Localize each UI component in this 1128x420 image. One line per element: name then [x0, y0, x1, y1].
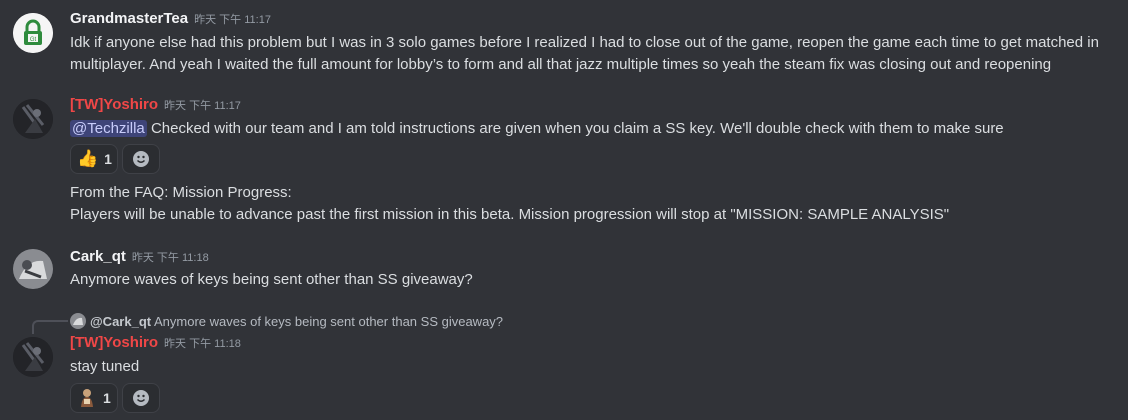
message-text: Anymore waves of keys being sent other t… — [70, 271, 473, 288]
username[interactable]: [TW]Yoshiro — [70, 96, 158, 113]
message-content: @Techzilla Checked with our team and I a… — [70, 118, 1120, 140]
reaction-count: 1 — [104, 151, 112, 167]
reply-connector — [32, 320, 68, 334]
user-mention[interactable]: @Techzilla — [70, 120, 147, 137]
add-reaction-button[interactable] — [122, 383, 160, 413]
username[interactable]: GrandmasterTea — [70, 10, 188, 27]
add-reaction-button[interactable] — [122, 144, 160, 174]
message-line: Players will be unable to advance past t… — [70, 206, 950, 223]
reply-avatar-icon — [70, 313, 86, 329]
dark-character-avatar-icon — [13, 99, 53, 139]
username[interactable]: [TW]Yoshiro — [70, 334, 158, 351]
smiley-icon — [133, 390, 149, 406]
message-line: multiplayer. And yeah I waited the full … — [70, 56, 1052, 73]
avatar[interactable] — [13, 99, 53, 139]
smiley-icon — [133, 151, 149, 167]
message-content-followup: From the FAQ: Mission Progress: Players … — [70, 182, 1120, 226]
message-header: [TW]Yoshiro 昨天 下午 11:18 — [70, 334, 241, 352]
message-line: From the FAQ: Mission Progress: — [70, 184, 292, 201]
avatar[interactable] — [13, 337, 53, 377]
timestamp: 昨天 下午 11:17 — [164, 100, 241, 112]
reply-text: Anymore waves of keys being sent other t… — [154, 314, 504, 329]
reaction-count: 1 — [103, 390, 111, 406]
grey-photo-avatar-icon — [13, 249, 53, 289]
message-header: [TW]Yoshiro 昨天 下午 11:17 — [70, 96, 241, 114]
message-header: GrandmasterTea 昨天 下午 11:17 — [70, 10, 271, 28]
message-text: Checked with our team and I am told inst… — [150, 120, 1004, 137]
username[interactable]: Cark_qt — [70, 248, 126, 265]
green-lock-avatar-icon: Gt — [13, 13, 53, 53]
reply-preview[interactable]: @Cark_qt Anymore waves of keys being sen… — [70, 313, 503, 329]
message-content: stay tuned — [70, 356, 1120, 378]
avatar[interactable]: Gt — [13, 13, 53, 53]
message-header: Cark_qt 昨天 下午 11:18 — [70, 248, 209, 266]
message-content: Idk if anyone else had this problem but … — [70, 32, 1120, 76]
reaction-thumbs-up[interactable]: 👍 1 — [70, 144, 118, 174]
timestamp: 昨天 下午 11:17 — [194, 14, 271, 26]
message-text: stay tuned — [70, 358, 140, 375]
reply-author[interactable]: @Cark_qt — [90, 314, 151, 329]
figure-emoji-icon — [81, 389, 93, 407]
message-line: Idk if anyone else had this problem but … — [70, 34, 1099, 51]
timestamp: 昨天 下午 11:18 — [131, 252, 209, 264]
message-content: Anymore waves of keys being sent other t… — [70, 269, 1120, 291]
dark-character-avatar-icon — [13, 337, 53, 377]
svg-text:Gt: Gt — [30, 37, 37, 43]
reaction-figure[interactable]: 1 — [70, 383, 118, 413]
thumbs-up-icon: 👍 — [77, 149, 99, 168]
avatar[interactable] — [13, 249, 53, 289]
timestamp: 昨天 下午 11:18 — [164, 338, 241, 350]
